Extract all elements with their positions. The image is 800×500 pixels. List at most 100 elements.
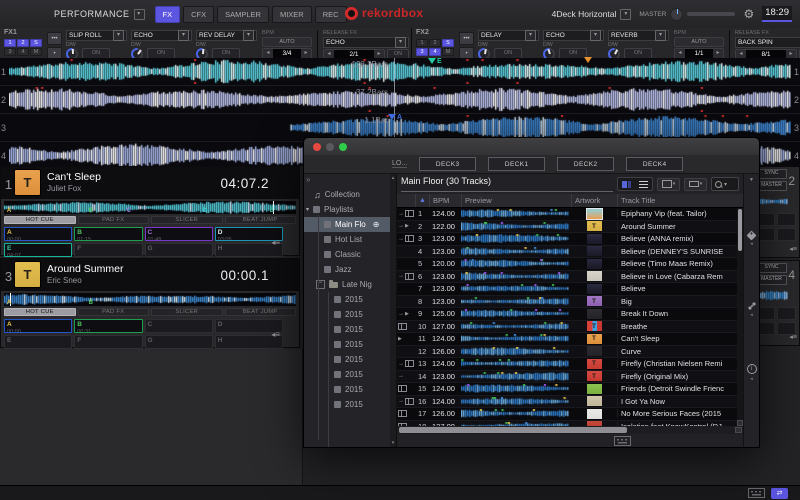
search-filter-icon[interactable]: ▾ — [724, 181, 727, 188]
track-preview-waveform[interactable] — [461, 384, 571, 393]
minimize-window-icon[interactable] — [326, 143, 334, 151]
browser-tab-deck3[interactable]: DECK3 — [419, 157, 476, 171]
fx-effect-select[interactable]: ECHO▾ — [131, 30, 192, 41]
track-preview-waveform[interactable] — [461, 409, 571, 418]
fx-assign-button-3[interactable]: 3 — [416, 48, 428, 56]
pad-menu-icon[interactable]: ◂≡ — [789, 245, 797, 253]
fx-assign-button-4[interactable]: 4 — [17, 48, 29, 56]
dropdown-icon[interactable]: ▾ — [525, 30, 536, 41]
browser-tab-deck4[interactable]: DECK4 — [626, 157, 683, 171]
scrollbar-button[interactable] — [737, 420, 743, 426]
mode-button-fx[interactable]: FX — [155, 6, 181, 23]
preview-waveform[interactable] — [461, 259, 569, 268]
table-row[interactable]: →6123.00Believe in Love (Cabarza Rem — [397, 271, 743, 284]
fx-assign-button-1[interactable]: 1 — [4, 39, 16, 47]
artwork-size-button[interactable]: ▾ — [684, 178, 707, 191]
display-mode-icon[interactable]: ⇄ — [771, 488, 788, 499]
pad-mode-tab-pad-fx[interactable]: PAD FX — [78, 216, 150, 224]
hot-cue-pad-c[interactable]: C — [145, 319, 213, 333]
artwork-view-button[interactable] — [619, 179, 634, 189]
pad-mode-tab-pad-fx[interactable]: PAD FX — [78, 308, 150, 316]
track-preview-waveform[interactable] — [461, 209, 571, 218]
fx-assign-button-1[interactable]: 1 — [416, 39, 428, 47]
pad-mode-tab-slicer[interactable]: SLICER — [151, 308, 223, 316]
table-row[interactable]: 5120.00Believe (Timo Maas Remix) — [397, 258, 743, 271]
pad[interactable] — [777, 213, 796, 226]
fx-assign-button-s[interactable]: S — [30, 39, 42, 47]
fx-effect-select[interactable]: SLIP ROLL▾ — [66, 30, 127, 41]
track-list-scrollbar[interactable] — [737, 208, 743, 426]
track-preview-waveform[interactable] — [461, 284, 571, 293]
fx-assign-button-2[interactable]: 2 — [17, 39, 29, 47]
deck-overview-thumb[interactable] — [756, 288, 788, 303]
mode-button-cfx[interactable]: CFX — [183, 6, 214, 23]
preview-waveform[interactable] — [461, 234, 569, 243]
deck-overview-thumb[interactable] — [756, 194, 788, 209]
pad-menu-icon[interactable]: ◂≡ — [271, 330, 280, 339]
preview-waveform[interactable] — [461, 397, 569, 406]
deck-overview-waveform[interactable]: ABCDE — [4, 201, 296, 214]
fx-bank-button[interactable]: ••• — [47, 32, 62, 45]
dropdown-icon[interactable]: ▾ — [134, 9, 145, 20]
preview-waveform[interactable] — [461, 309, 569, 318]
table-row[interactable]: 4123.00Believe (DENNEY'S SUNRISE — [397, 246, 743, 259]
keyboard-shortcut-icon[interactable] — [614, 436, 631, 446]
panel-open-icon[interactable]: ◂ — [750, 312, 753, 318]
browser-window[interactable]: LO... DECK3DECK1DECK2DECK4 » ♫Collection… — [303, 137, 760, 448]
preview-waveform[interactable] — [461, 347, 569, 356]
track-preview-waveform[interactable] — [461, 334, 571, 343]
list-view-button[interactable] — [636, 179, 651, 189]
preview-waveform[interactable] — [461, 359, 569, 368]
track-preview-waveform[interactable] — [461, 322, 571, 331]
master-button[interactable]: MASTER — [756, 275, 787, 285]
table-row[interactable]: →▶9125.00Break It Down — [397, 308, 743, 321]
dropdown-icon[interactable]: ▾ — [178, 30, 189, 41]
preview-waveform[interactable] — [461, 284, 569, 293]
column-number[interactable]: ▲ — [415, 194, 429, 207]
add-playlist-icon[interactable]: ⊕ — [373, 220, 380, 229]
column-artwork[interactable]: Artwork — [571, 194, 617, 207]
fx-effect-select[interactable]: REV DELAY▾ — [196, 30, 257, 41]
fx-effect-select[interactable]: REVERB▾ — [608, 30, 669, 41]
preview-waveform[interactable] — [461, 222, 569, 231]
preview-waveform[interactable] — [461, 384, 569, 393]
horizontal-scrollbar-thumb[interactable] — [399, 427, 627, 433]
hot-cue-pad-b[interactable]: B01:15 — [74, 227, 142, 241]
mode-button-sampler[interactable]: SAMPLER — [217, 6, 269, 23]
column-preview[interactable]: Preview — [461, 194, 571, 207]
sidebar-item-collection[interactable]: ♫Collection — [304, 187, 396, 202]
overview-waveform[interactable] — [4, 201, 296, 214]
sidebar-collapse-icon[interactable]: » — [306, 175, 310, 184]
fx-assign-button-3[interactable]: 3 — [4, 48, 16, 56]
pad-menu-icon[interactable]: ◂≡ — [271, 238, 280, 247]
pad-mode-tab-beat-jump[interactable]: BEAT JUMP — [225, 308, 297, 316]
browser-sidebar[interactable]: » ♫Collection▾PlaylistsMain Flo⊕Hot List… — [304, 174, 397, 447]
waveform-deck-2[interactable] — [9, 87, 791, 112]
pad[interactable] — [777, 228, 796, 241]
preview-waveform[interactable] — [461, 372, 569, 381]
zoom-window-icon[interactable] — [339, 143, 347, 151]
table-row[interactable]: 7123.00Believe — [397, 283, 743, 296]
pad[interactable] — [777, 307, 796, 320]
table-row[interactable]: 8123.00TBig — [397, 296, 743, 309]
track-preview-waveform[interactable] — [461, 397, 571, 406]
hot-cue-pad-e[interactable]: E04:07 — [4, 243, 72, 257]
sync-button[interactable]: SYNC — [756, 263, 787, 273]
panel-collapse-controls[interactable]: ▼ — [749, 177, 754, 183]
track-preview-waveform[interactable] — [461, 309, 571, 318]
browser-tab-deck2[interactable]: DECK2 — [557, 157, 614, 171]
pad-mode-tab-beat-jump[interactable]: BEAT JUMP — [225, 216, 297, 224]
keyboard-shortcut-icon[interactable] — [748, 488, 765, 498]
track-preview-waveform[interactable] — [461, 222, 571, 231]
fx-effect-select[interactable]: ECHO▾ — [543, 30, 604, 41]
panel-open-icon[interactable]: ◂ — [750, 241, 753, 247]
fx-effect-select[interactable]: DELAY▾ — [478, 30, 539, 41]
table-row[interactable]: 15124.00Friends (Detroit Swindle Frienc — [397, 383, 743, 396]
browser-titlebar[interactable] — [304, 138, 759, 155]
preview-waveform[interactable] — [461, 409, 569, 418]
fx-assign-button-m[interactable]: M — [30, 48, 42, 56]
search-input[interactable]: ▾ — [711, 177, 739, 191]
tag-list-icon[interactable] — [747, 231, 757, 241]
table-row[interactable]: 10127.00TBreathe — [397, 321, 743, 334]
release-fx-select[interactable]: ECHO▾ — [323, 37, 409, 48]
